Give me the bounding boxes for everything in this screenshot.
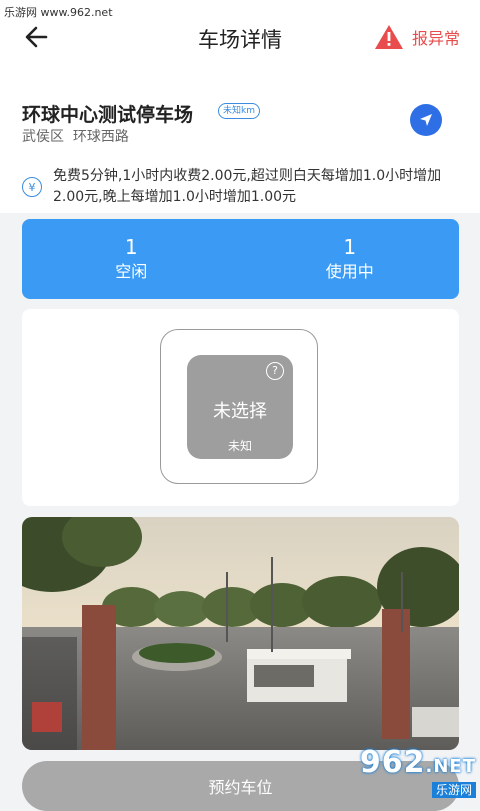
space-frame: ? 未选择 未知 [160, 329, 318, 484]
fee-description: 免费5分钟,1小时内收费2.00元,超过则白天每增加1.0小时增加2.00元,晚… [53, 168, 442, 205]
warning-triangle-icon [374, 25, 403, 49]
brand-name: 乐游网 [431, 782, 476, 798]
navigate-button[interactable] [410, 104, 442, 136]
distance-badge: 未知km [218, 103, 260, 119]
watermark: 乐游网 www.962.net [4, 6, 113, 19]
idle-count: 1 [124, 235, 138, 259]
question-circle-icon[interactable]: ? [266, 362, 284, 380]
district-label: 武侯区 [22, 129, 64, 145]
space-status: 未选择 [213, 401, 267, 422]
brand-tld: .NET [425, 756, 476, 777]
idle-label: 空闲 [115, 262, 148, 281]
lot-address: 武侯区 环球西路 [22, 126, 129, 146]
lot-name: 环球中心测试停车场 [22, 104, 194, 126]
street-label: 环球西路 [72, 129, 129, 145]
availability-panel: 1 空闲 1 使用中 [22, 219, 459, 299]
stat-in-use: 1 使用中 [241, 219, 460, 299]
in-use-count: 1 [343, 235, 357, 259]
parking-space-tile[interactable]: ? 未选择 未知 [187, 355, 293, 459]
stat-idle: 1 空闲 [22, 219, 241, 299]
report-label: 报异常 [411, 29, 460, 48]
space-select-card: ? 未选择 未知 [22, 309, 459, 506]
navigation-arrow-icon [420, 114, 432, 126]
report-button[interactable]: 报异常 [374, 22, 460, 52]
in-use-label: 使用中 [325, 262, 374, 281]
lot-photo [22, 517, 459, 750]
brand-number: 962 [359, 745, 426, 780]
lot-photo-illustration [22, 517, 459, 750]
yen-circle-icon: ¥ [22, 177, 42, 197]
site-logo: 962.NET 乐游网 [360, 748, 476, 798]
space-sub-status: 未知 [227, 439, 252, 453]
